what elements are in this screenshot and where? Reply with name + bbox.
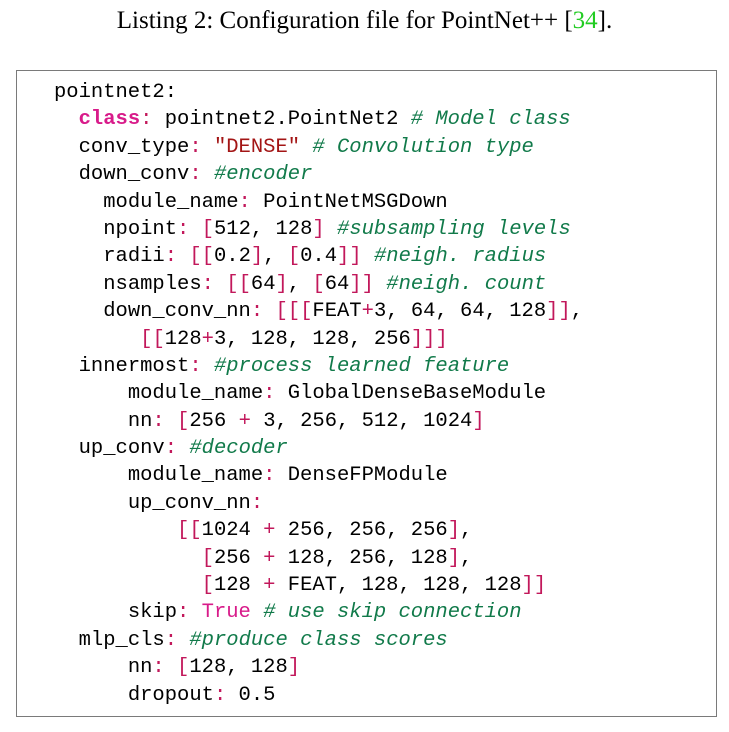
code-line: module_name: GlobalDenseBaseModule xyxy=(127,382,547,406)
code-line: nn: [128, 128] xyxy=(127,656,301,680)
code-line: pointnet2: xyxy=(54,81,178,104)
code-line: module_name: PointNetMSGDown xyxy=(103,190,448,214)
code-line: radii: [[0.2], [0.4]] #neigh. radius xyxy=(103,245,547,269)
code-line: skip: True # use skip connection xyxy=(127,601,522,625)
caption-suffix: ]. xyxy=(597,7,613,34)
code-listing-box: pointnet2: class: pointnet2.PointNet2 # … xyxy=(16,70,717,717)
code-line: dropout: 0.5 xyxy=(127,683,276,707)
code-line: [[128+3, 128, 128, 256]]] xyxy=(140,327,448,351)
code-line: innermost: #process learned feature xyxy=(78,354,510,378)
caption-prefix: Listing 2: Configuration file for PointN… xyxy=(116,7,573,34)
code-line: nn: [256 + 3, 256, 512, 1024] xyxy=(127,409,485,433)
code-line: npoint: [512, 128] #subsampling levels xyxy=(103,217,571,241)
code-line: class: pointnet2.PointNet2 # Model class xyxy=(78,108,571,132)
citation-link[interactable]: 34 xyxy=(573,7,598,34)
code-line: [[1024 + 256, 256, 256], xyxy=(177,519,473,543)
code-line: down_conv: #encoder xyxy=(78,163,313,187)
code-line: up_conv_nn: xyxy=(127,491,264,515)
listing-caption: Listing 2: Configuration file for PointN… xyxy=(0,7,729,35)
code-line: nsamples: [[64], [64]] #neigh. count xyxy=(103,272,547,296)
code-line: [128 + FEAT, 128, 128, 128]] xyxy=(201,574,547,598)
code-line: down_conv_nn: [[[FEAT+3, 64, 64, 128]], xyxy=(103,300,584,324)
code-block: pointnet2: class: pointnet2.PointNet2 # … xyxy=(54,79,583,709)
code-line: module_name: DenseFPModule xyxy=(127,464,448,488)
code-line: up_conv: #decoder xyxy=(78,437,288,461)
code-line: [256 + 128, 256, 128], xyxy=(201,546,473,570)
code-line: conv_type: "DENSE" # Convolution type xyxy=(78,135,534,159)
code-line: mlp_cls: #produce class scores xyxy=(78,628,448,652)
